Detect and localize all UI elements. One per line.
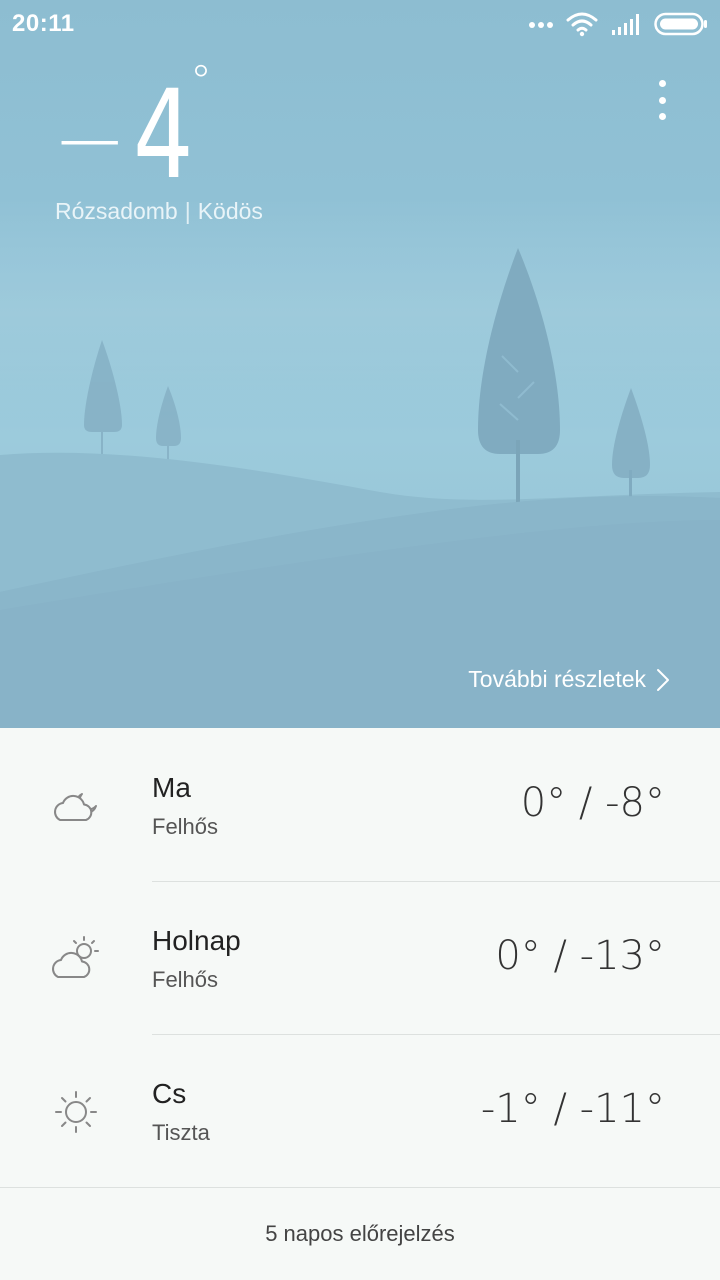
temperature-sign: − xyxy=(52,88,128,193)
forecast-day: Ma xyxy=(152,772,191,803)
menu-dot-icon xyxy=(658,113,666,120)
forecast-panel: Ma Felhős 0° / -8° Holnap Felhős 0° / -1… xyxy=(0,728,720,1280)
location-name: Rózsadomb xyxy=(55,198,178,224)
status-bar: 20:11 xyxy=(0,0,720,48)
current-temperature: −4 ° xyxy=(52,56,352,206)
menu-dot-icon xyxy=(658,96,666,104)
temperature-value: 4 xyxy=(133,64,194,206)
forecast-row-tomorrow[interactable]: Holnap Felhős 0° / -13° xyxy=(0,881,720,1035)
signal-icon xyxy=(612,14,639,35)
current-condition: Ködös xyxy=(197,198,263,224)
more-dots-icon xyxy=(529,22,553,28)
five-day-forecast-button[interactable]: 5 napos előrejelzés xyxy=(0,1188,720,1280)
more-details-link[interactable]: További részletek xyxy=(468,666,670,693)
forecast-temps: -1° / -11° xyxy=(480,1086,665,1132)
more-details-label: További részletek xyxy=(468,666,646,692)
temperature-unit: ° xyxy=(190,56,212,107)
forecast-day: Holnap xyxy=(152,925,241,956)
forecast-condition: Felhős xyxy=(152,967,219,992)
cloud-sun-icon xyxy=(52,936,99,978)
five-day-forecast-label: 5 napos előrejelzés xyxy=(265,1221,455,1246)
weather-hero: 20:11 −4 ° Rózsadomb | Ködös További rés… xyxy=(0,0,720,728)
forecast-day: Cs xyxy=(152,1078,187,1109)
cloud-moon-icon xyxy=(54,793,97,821)
status-time: 20:11 xyxy=(12,10,75,37)
menu-dot-icon xyxy=(658,80,666,87)
forecast-row-today[interactable]: Ma Felhős 0° / -8° xyxy=(0,728,720,882)
forecast-temps: 0° / -8° xyxy=(520,780,665,826)
chevron-right-icon xyxy=(657,668,669,691)
overflow-menu-button[interactable] xyxy=(644,80,680,120)
forecast-condition: Felhős xyxy=(152,814,219,839)
location-condition: Rózsadomb | Ködös xyxy=(55,198,263,225)
sun-icon xyxy=(55,1091,97,1133)
forecast-temps: 0° / -13° xyxy=(495,933,665,979)
battery-icon xyxy=(654,12,707,36)
status-icons xyxy=(528,9,708,39)
wifi-icon xyxy=(566,12,598,37)
forecast-condition: Tiszta xyxy=(152,1120,210,1145)
weather-screen: 20:11 −4 ° Rózsadomb | Ködös További rés… xyxy=(0,0,720,1280)
forecast-row-thursday[interactable]: Cs Tiszta -1° / -11° xyxy=(0,1034,720,1188)
separator: | xyxy=(184,198,191,224)
